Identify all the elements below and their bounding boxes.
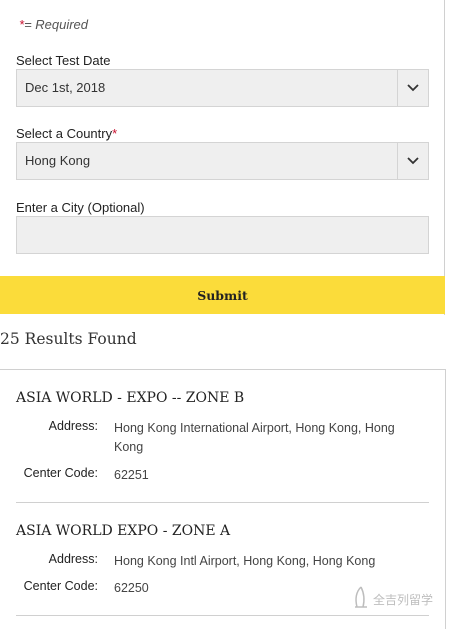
watermark-logo-icon [352,586,370,613]
result-item[interactable]: ASIA WORLD EXPO - ZONE A Address: Hong K… [16,523,429,595]
city-label: Enter a City (Optional) [16,200,145,215]
center-code-label: Center Code: [23,466,98,480]
country-required-star: * [112,126,118,141]
watermark: 全吉列留学 [352,586,433,613]
address-value: Hong Kong International Airport, Hong Ko… [114,421,395,454]
watermark-text: 全吉列留学 [373,593,434,607]
results-count: 25 Results Found [0,330,137,348]
submit-button[interactable]: Submit [0,276,445,314]
result-divider [16,502,429,503]
required-note: *= Required [19,17,88,32]
test-date-select[interactable]: Dec 1st, 2018 [16,69,429,107]
address-label: Address: [48,552,98,566]
city-input[interactable] [16,216,429,254]
center-code-value: 62251 [114,468,149,482]
chevron-down-icon [397,70,428,106]
result-item[interactable]: ASIA WORLD - EXPO -- ZONE B Address: Hon… [16,390,429,482]
country-value: Hong Kong [25,153,91,168]
country-label-text: Select a Country [16,126,113,141]
country-select[interactable]: Hong Kong [16,142,429,180]
result-title[interactable]: ASIA WORLD EXPO - ZONE A [16,523,429,539]
address-value: Hong Kong Intl Airport, Hong Kong, Hong … [114,554,376,568]
result-divider [16,615,429,616]
test-date-value: Dec 1st, 2018 [25,80,106,95]
test-date-label: Select Test Date [16,53,111,68]
center-code-label: Center Code: [23,579,98,593]
search-form: *= Required Select Test Date Dec 1st, 20… [0,0,445,315]
required-note-text: = Required [24,17,89,32]
result-title[interactable]: ASIA WORLD - EXPO -- ZONE B [16,390,429,406]
chevron-down-icon [397,143,428,179]
address-label: Address: [48,419,98,433]
country-label: Select a Country* [16,126,117,141]
